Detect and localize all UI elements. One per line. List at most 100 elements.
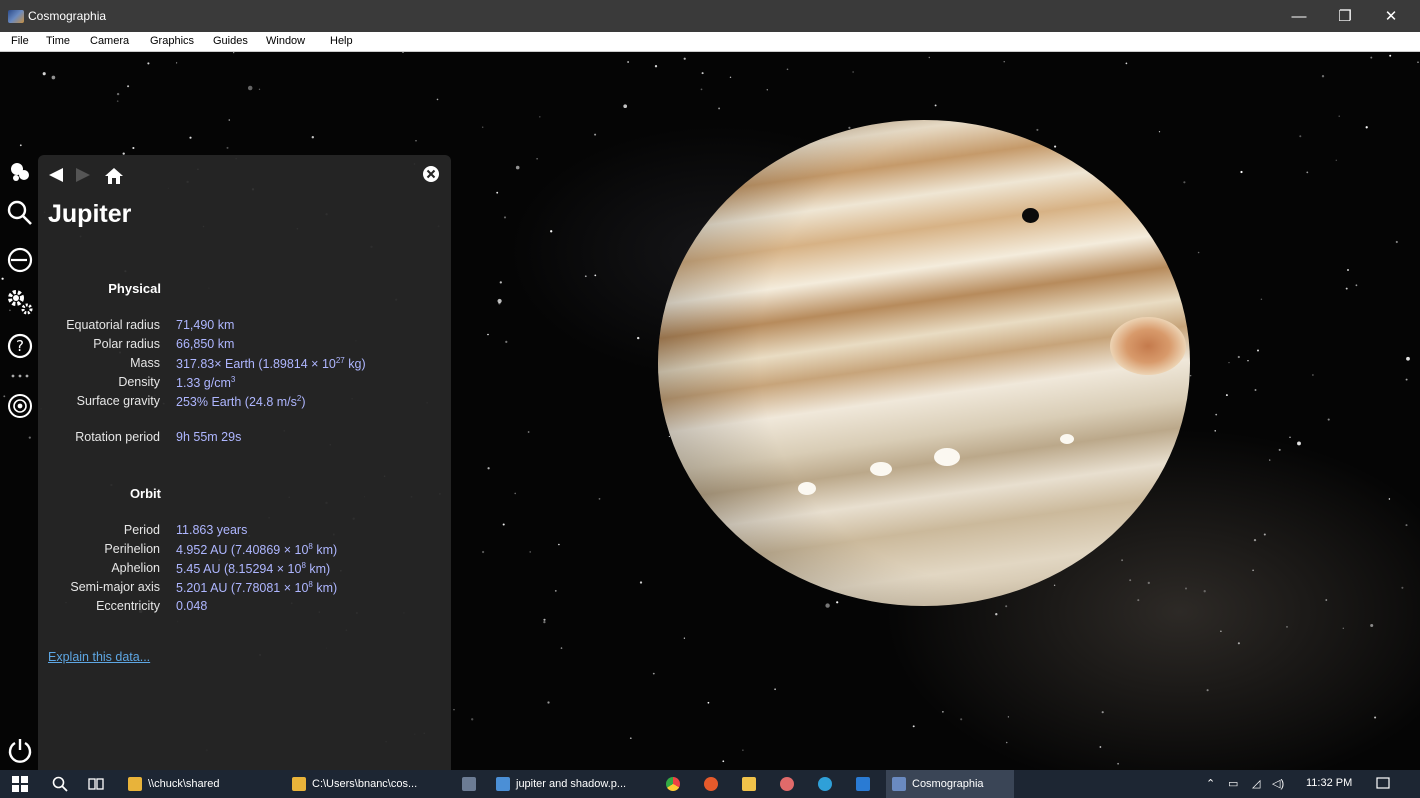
star	[654, 65, 658, 68]
info-row-surface-gravity: Surface gravity 253% Earth (24.8 m/s2)	[38, 394, 448, 412]
taskbar-item-label: Cosmographia	[912, 778, 984, 790]
row-value-tail: km)	[312, 543, 338, 558]
body-name: Jupiter	[48, 200, 132, 228]
row-value-tail: )	[301, 395, 306, 410]
menu-camera[interactable]: Camera	[90, 35, 129, 47]
app-icon	[462, 777, 476, 791]
star	[729, 76, 732, 79]
wifi-icon[interactable]: ◿	[1252, 777, 1260, 790]
store-icon[interactable]	[856, 770, 876, 798]
network-icon[interactable]: ▭	[1228, 777, 1238, 790]
menu-window[interactable]: Window	[266, 35, 305, 47]
star	[584, 275, 587, 278]
taskbar-item-shared-folder[interactable]: \\chuck\shared	[128, 770, 220, 798]
star	[543, 618, 546, 621]
taskbar-item-image-viewer[interactable]: jupiter and shadow.p...	[496, 770, 626, 798]
close-window-button[interactable]: ✕	[1368, 0, 1414, 32]
menu-graphics[interactable]: Graphics	[150, 35, 194, 47]
taskbar-search-icon[interactable]	[52, 770, 68, 798]
row-value-group: 253% Earth (24.8 m/s2)	[176, 394, 306, 409]
star	[1405, 378, 1408, 381]
close-panel-icon[interactable]	[422, 165, 440, 188]
star	[436, 98, 439, 101]
star	[623, 104, 628, 109]
star	[934, 104, 937, 107]
files-icon[interactable]	[742, 770, 762, 798]
star	[51, 75, 56, 80]
taskbar-app-icon[interactable]	[462, 770, 482, 798]
star	[547, 701, 550, 704]
star	[1417, 61, 1419, 63]
menu-guides[interactable]: Guides	[213, 35, 248, 47]
star	[496, 191, 499, 194]
star	[1299, 135, 1302, 138]
star	[1237, 642, 1240, 645]
row-label: Aphelion	[111, 561, 160, 575]
clock[interactable]: 11:32 PM	[1306, 777, 1352, 789]
info-row-equatorial-radius: Equatorial radius 71,490 km	[38, 318, 448, 336]
start-button[interactable]	[12, 770, 28, 798]
star	[1269, 459, 1271, 461]
menu-help[interactable]: Help	[330, 35, 353, 47]
row-value-tail: kg)	[344, 357, 366, 372]
star	[1312, 374, 1314, 376]
paint-icon[interactable]	[780, 770, 800, 798]
notifications-icon[interactable]	[1376, 777, 1390, 794]
taskbar-item-users-folder[interactable]: C:\Users\bnanc\cos...	[292, 770, 417, 798]
back-arrow-icon[interactable]	[47, 167, 65, 188]
star	[502, 523, 505, 526]
explain-data-link[interactable]: Explain this data...	[48, 650, 150, 664]
menu-time[interactable]: Time	[46, 35, 70, 47]
forward-arrow-icon[interactable]	[74, 167, 92, 188]
storm-oval	[798, 482, 816, 495]
firefox-icon[interactable]	[704, 770, 724, 798]
star	[1005, 741, 1008, 744]
star	[1355, 284, 1358, 287]
search-icon[interactable]	[6, 199, 34, 227]
settings-icon[interactable]	[6, 288, 34, 316]
star	[960, 718, 963, 721]
star	[558, 543, 560, 546]
row-label: Period	[123, 523, 160, 537]
star	[700, 88, 703, 91]
taskbar-item-cosmographia[interactable]: Cosmographia	[886, 770, 1014, 798]
image-viewer-icon	[496, 777, 510, 791]
star	[258, 88, 261, 90]
exponent: 3	[230, 375, 236, 384]
clock-icon[interactable]	[6, 246, 34, 274]
row-value: 4.952 AU (7.40869 × 10	[176, 543, 309, 558]
physical-heading: Physical	[108, 281, 161, 296]
minimize-button[interactable]: —	[1276, 0, 1322, 32]
jupiter-planet[interactable]	[658, 120, 1190, 606]
volume-icon[interactable]: ◁)	[1272, 777, 1284, 790]
bodies-icon[interactable]	[6, 158, 34, 186]
star	[147, 62, 150, 65]
star	[1260, 298, 1263, 301]
chevron-up-icon[interactable]: ⌃	[1206, 777, 1215, 790]
star	[401, 52, 405, 54]
menu-file[interactable]: File	[11, 35, 29, 47]
home-icon[interactable]	[104, 167, 124, 190]
star	[825, 603, 830, 608]
star	[481, 550, 485, 554]
restore-button[interactable]: ❐	[1322, 0, 1368, 32]
taskbar-item-label: C:\Users\bnanc\cos...	[312, 778, 418, 790]
info-row-eccentricity: Eccentricity 0.048	[38, 599, 448, 617]
star	[1036, 128, 1039, 131]
star	[594, 274, 597, 277]
power-icon[interactable]	[6, 736, 34, 764]
star	[1203, 590, 1206, 593]
edge-icon[interactable]	[818, 770, 838, 798]
menu-bar: File Time Camera Graphics Guides Window …	[0, 32, 1420, 52]
star	[1401, 586, 1404, 589]
star	[627, 61, 629, 63]
star	[742, 749, 744, 751]
chrome-icon[interactable]	[666, 770, 686, 798]
orbit-heading: Orbit	[129, 486, 161, 501]
cosmographia-app-icon	[8, 10, 24, 23]
star	[1247, 360, 1249, 362]
task-view-icon[interactable]	[88, 770, 104, 798]
star	[1007, 716, 1010, 718]
folder-icon	[128, 777, 142, 791]
taskbar-item-label: jupiter and shadow.p...	[516, 778, 627, 790]
